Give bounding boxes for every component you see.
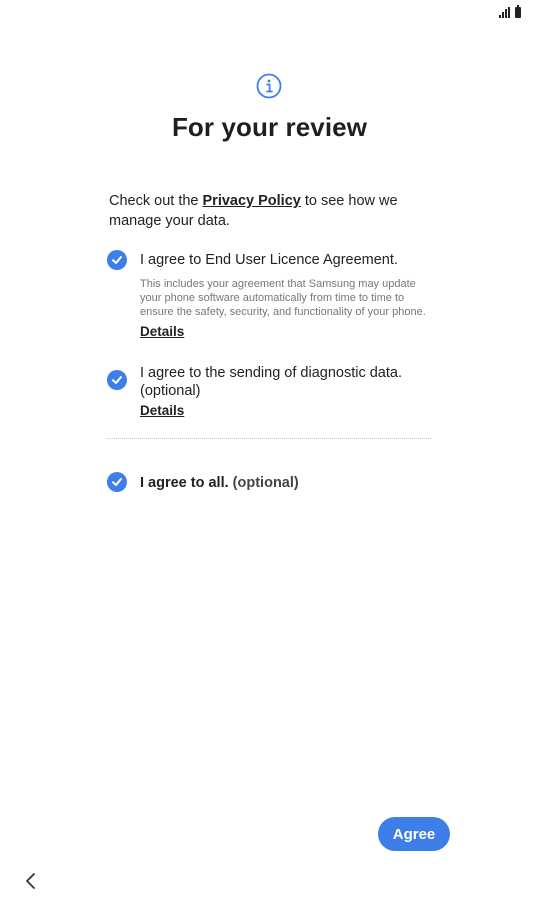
diagnostic-agreement-row: I agree to the sending of diagnostic dat… (107, 364, 437, 424)
intro-prefix: Check out the (109, 193, 203, 209)
agree-all-label: I agree to all. (optional) (140, 474, 440, 492)
diagnostic-label: I agree to the sending of diagnostic dat… (140, 365, 402, 399)
chevron-left-icon[interactable] (20, 870, 42, 892)
divider (107, 438, 431, 439)
checkmark-icon (112, 376, 122, 384)
checkmark-icon (112, 256, 122, 264)
agree-all-checkbox[interactable] (107, 472, 127, 492)
agree-all-optional: (optional) (228, 475, 299, 491)
eula-details-link[interactable]: Details (140, 324, 184, 339)
status-bar (499, 4, 521, 18)
eula-agreement-row: I agree to End User Licence Agreement. T… (107, 249, 437, 344)
eula-checkbox[interactable] (107, 250, 127, 270)
agree-all-text: I agree to all. (140, 475, 229, 491)
eula-description: This includes your agreement that Samsun… (140, 278, 426, 318)
intro-text: Check out the Privacy Policy to see how … (109, 191, 439, 231)
eula-label: I agree to End User Licence Agreement. (140, 252, 398, 268)
privacy-policy-link[interactable]: Privacy Policy (203, 193, 301, 209)
diagnostic-checkbox[interactable] (107, 370, 127, 390)
page-title: For your review (171, 112, 368, 142)
battery-icon (515, 5, 521, 18)
setup-screen: For your review Check out the Privacy Po… (0, 0, 539, 904)
diagnostic-details-link[interactable]: Details (140, 403, 184, 418)
signal-icon (499, 7, 510, 18)
agree-button[interactable]: Agree (378, 817, 450, 851)
info-icon (256, 73, 282, 99)
agree-all-row[interactable]: I agree to all. (optional) (107, 472, 437, 494)
checkmark-icon (112, 478, 122, 486)
